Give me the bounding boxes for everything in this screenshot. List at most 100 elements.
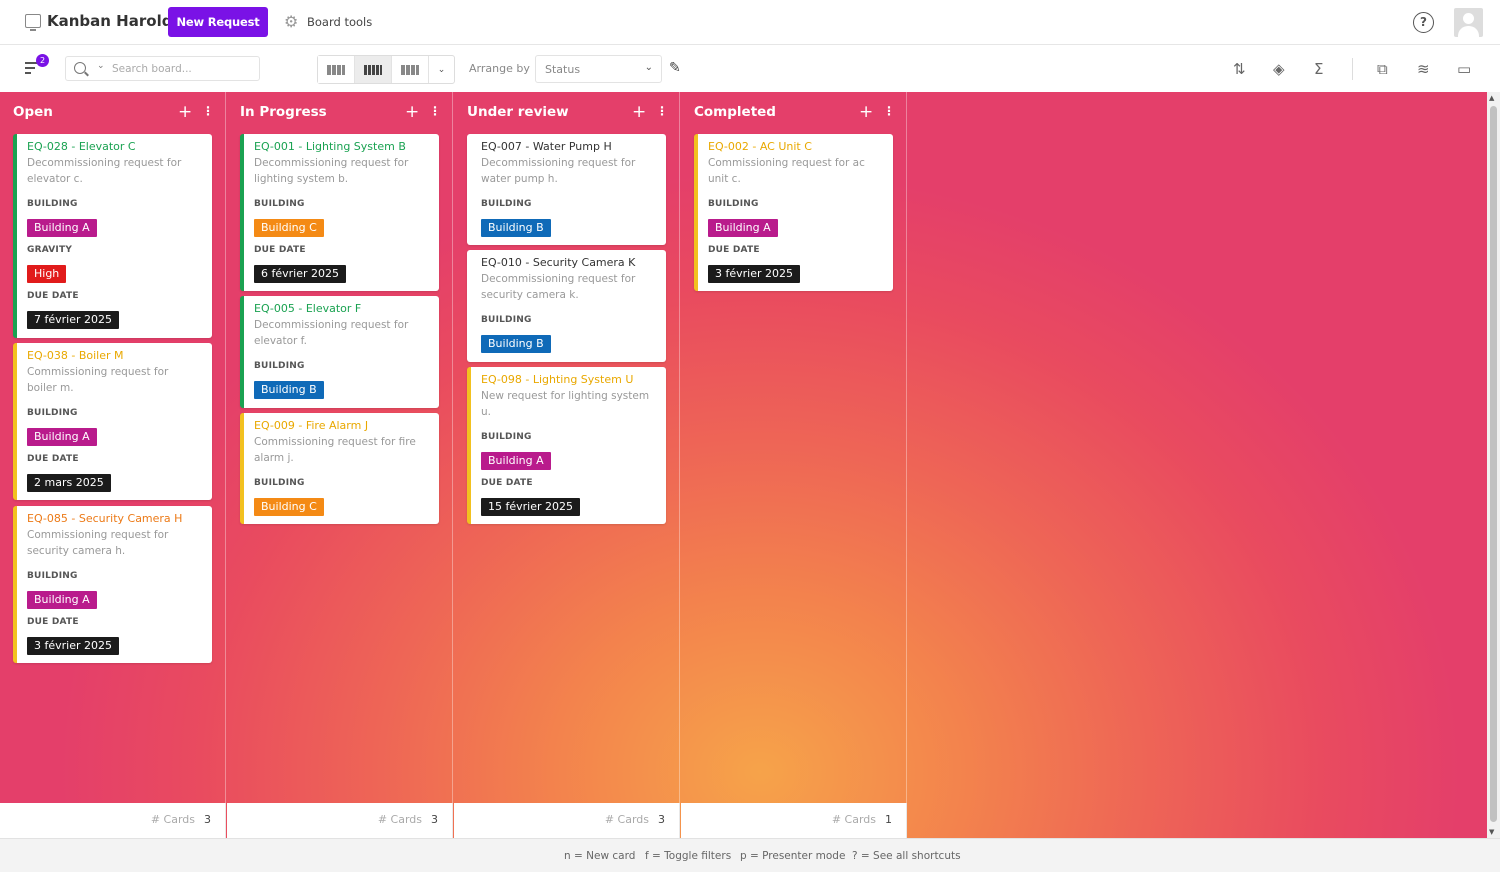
card-title[interactable]: EQ-005 - Elevator F (254, 302, 361, 315)
cards-count: 3 (204, 813, 211, 826)
column-open: Open + ⋮ EQ-028 - Elevator C Decommissio… (0, 92, 226, 838)
sum-icon[interactable]: Σ (1314, 60, 1323, 78)
building-tag: Building A (481, 452, 551, 470)
card[interactable]: EQ-002 - AC Unit C Commissioning request… (694, 134, 893, 291)
chevron-down-icon[interactable]: ⌄ (97, 61, 105, 71)
field-label: BUILDING (481, 432, 532, 442)
layers-icon[interactable]: ≋ (1417, 60, 1430, 78)
card[interactable]: EQ-009 - Fire Alarm J Commissioning requ… (240, 413, 439, 524)
shortcut-toggle-filters: f = Toggle filters (645, 850, 732, 862)
card[interactable]: EQ-007 - Water Pump H Decommissioning re… (467, 134, 666, 245)
more-icon[interactable]: ⋮ (429, 104, 441, 118)
field-label: BUILDING (481, 199, 532, 209)
card-description: Decommissioning request for security cam… (481, 273, 636, 301)
shortcut-new-card: n = New card (564, 850, 636, 862)
due-date-tag: 6 février 2025 (254, 265, 347, 283)
field-label: BUILDING (27, 199, 78, 209)
gear-icon[interactable]: ⚙ (284, 14, 300, 30)
toolbar: 2 ⌄ ⌄ Arrange by Status ⌄ ✎ ⇅ ◈ Σ ⧉ ≋ ▭ (0, 45, 1500, 92)
building-tag: Building A (27, 428, 97, 446)
vertical-scrollbar[interactable]: ▲ ▼ (1487, 92, 1500, 838)
card-title[interactable]: EQ-038 - Boiler M (27, 349, 124, 362)
card[interactable]: EQ-038 - Boiler M Commissioning request … (13, 343, 212, 500)
search-input[interactable] (112, 60, 252, 77)
card[interactable]: EQ-005 - Elevator F Decommissioning requ… (240, 296, 439, 408)
column-footer: # Cards 3 (454, 803, 680, 838)
add-card-icon[interactable]: + (632, 102, 646, 122)
due-date-tag: 7 février 2025 (27, 311, 120, 329)
add-card-icon[interactable]: + (178, 102, 192, 122)
arrange-by-select[interactable]: Status ⌄ (535, 55, 662, 83)
search-box: ⌄ (65, 56, 260, 81)
avatar[interactable] (1454, 8, 1483, 37)
scroll-up-icon[interactable]: ▲ (1489, 94, 1494, 102)
card[interactable]: EQ-085 - Security Camera H Commissioning… (13, 506, 212, 663)
kanban-board: Open + ⋮ EQ-028 - Elevator C Decommissio… (0, 92, 1500, 838)
view-kanban-button[interactable] (355, 56, 392, 83)
paint-bucket-icon[interactable]: ◈ (1273, 60, 1285, 78)
shortcut-see-all[interactable]: ? = See all shortcuts (852, 850, 961, 862)
cards-count: 3 (431, 813, 438, 826)
board-title[interactable]: Kanban Harold (47, 12, 172, 30)
due-date-tag: 3 février 2025 (27, 637, 120, 655)
card-description: New request for lighting system u. (481, 390, 650, 418)
column-title: Completed (694, 104, 776, 120)
card-title[interactable]: EQ-010 - Security Camera K (481, 256, 635, 269)
card-title[interactable]: EQ-001 - Lighting System B (254, 140, 406, 153)
card-title[interactable]: EQ-007 - Water Pump H (481, 140, 612, 153)
boxes-icon[interactable]: ⧉ (1377, 60, 1388, 78)
card[interactable]: EQ-028 - Elevator C Decommissioning requ… (13, 134, 212, 338)
card-title[interactable]: EQ-028 - Elevator C (27, 140, 136, 153)
card-title[interactable]: EQ-009 - Fire Alarm J (254, 419, 368, 432)
board-tools-button[interactable]: Board tools (307, 15, 372, 29)
column-under-review: Under review + ⋮ EQ-007 - Water Pump H D… (454, 92, 680, 838)
more-icon[interactable]: ⋮ (656, 104, 668, 118)
add-card-icon[interactable]: + (405, 102, 419, 122)
card-description: Decommissioning request for water pump h… (481, 157, 636, 185)
view-compact-button[interactable] (318, 56, 355, 83)
sort-icon[interactable]: ⇅ (1233, 60, 1246, 78)
card-title[interactable]: EQ-085 - Security Camera H (27, 512, 182, 525)
chevron-down-icon: ⌄ (644, 62, 653, 73)
new-request-button[interactable]: New Request (168, 7, 268, 37)
board-icon (25, 14, 41, 31)
due-date-tag: 15 février 2025 (481, 498, 581, 516)
view-list-button[interactable] (392, 56, 429, 83)
add-card-icon[interactable]: + (859, 102, 873, 122)
card-description: Commissioning request for security camer… (27, 529, 169, 557)
help-icon[interactable]: ? (1413, 12, 1434, 33)
card[interactable]: EQ-010 - Security Camera K Decommissioni… (467, 250, 666, 362)
gravity-tag: High (27, 265, 67, 283)
field-label: DUE DATE (27, 617, 79, 627)
field-label: DUE DATE (708, 245, 760, 255)
column-footer: # Cards 3 (0, 803, 226, 838)
building-tag: Building B (481, 219, 551, 237)
card-description: Commissioning request for fire alarm j. (254, 436, 416, 464)
cards-count: 3 (658, 813, 665, 826)
card-description: Commissioning request for boiler m. (27, 366, 169, 394)
monitor-icon[interactable]: ▭ (1457, 60, 1471, 78)
kanban-icon (364, 64, 382, 75)
scrollbar-thumb[interactable] (1490, 106, 1497, 822)
cards-count-label: # Cards (604, 813, 649, 826)
column-title: In Progress (240, 104, 327, 120)
column-title: Open (13, 104, 53, 120)
field-label: BUILDING (27, 408, 78, 418)
card-description: Commissioning request for ac unit c. (708, 157, 865, 185)
more-icon[interactable]: ⋮ (202, 104, 214, 118)
card[interactable]: EQ-001 - Lighting System B Decommissioni… (240, 134, 439, 291)
field-label: DUE DATE (481, 478, 533, 488)
chevron-down-icon[interactable]: ⌄ (429, 56, 454, 83)
more-icon[interactable]: ⋮ (883, 104, 895, 118)
scroll-down-icon[interactable]: ▼ (1489, 828, 1494, 836)
field-label: BUILDING (254, 478, 305, 488)
field-label: BUILDING (254, 199, 305, 209)
card-title[interactable]: EQ-002 - AC Unit C (708, 140, 812, 153)
column-title: Under review (467, 104, 569, 120)
card-title[interactable]: EQ-098 - Lighting System U (481, 373, 633, 386)
card[interactable]: EQ-098 - Lighting System U New request f… (467, 367, 666, 524)
pencil-icon[interactable]: ✎ (669, 60, 681, 76)
due-date-tag: 2 mars 2025 (27, 474, 111, 492)
field-label: BUILDING (481, 315, 532, 325)
card-description: Decommissioning request for elevator f. (254, 319, 409, 347)
